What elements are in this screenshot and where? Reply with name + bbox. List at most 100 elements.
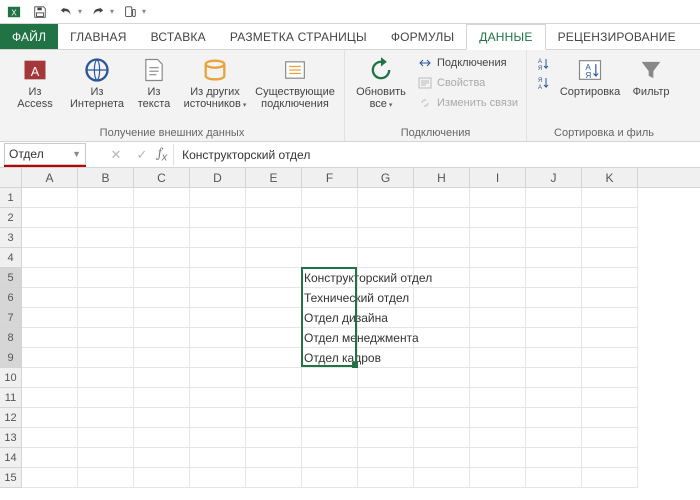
cell[interactable] (246, 208, 302, 228)
row-header[interactable]: 10 (0, 368, 22, 388)
cell[interactable] (302, 208, 358, 228)
cell[interactable] (526, 428, 582, 448)
cell[interactable] (190, 208, 246, 228)
cell[interactable] (190, 388, 246, 408)
cell[interactable] (302, 188, 358, 208)
cell[interactable] (526, 288, 582, 308)
cell[interactable] (78, 188, 134, 208)
cell[interactable] (246, 468, 302, 488)
undo-dropdown-icon[interactable]: ▾ (78, 7, 82, 16)
column-header[interactable]: D (190, 168, 246, 187)
row-header[interactable]: 1 (0, 188, 22, 208)
cell[interactable] (582, 428, 638, 448)
cell[interactable] (582, 368, 638, 388)
properties-button[interactable]: Свойства (415, 74, 520, 92)
cell[interactable] (526, 468, 582, 488)
cell[interactable] (78, 448, 134, 468)
cell[interactable] (246, 448, 302, 468)
tab-home[interactable]: ГЛАВНАЯ (58, 24, 138, 49)
cell[interactable] (302, 368, 358, 388)
row-header[interactable]: 13 (0, 428, 22, 448)
cell[interactable] (470, 308, 526, 328)
existing-connections-button[interactable]: Существующие подключения (252, 52, 338, 110)
cell[interactable] (246, 308, 302, 328)
cell[interactable] (246, 328, 302, 348)
cell[interactable] (78, 388, 134, 408)
select-all-corner[interactable] (0, 168, 22, 187)
cell[interactable] (358, 248, 414, 268)
cell[interactable] (22, 388, 78, 408)
cell[interactable]: Конструкторский отдел (302, 268, 358, 288)
row-header[interactable]: 14 (0, 448, 22, 468)
cell[interactable] (582, 348, 638, 368)
cell[interactable] (190, 468, 246, 488)
cell[interactable] (470, 408, 526, 428)
column-header[interactable]: B (78, 168, 134, 187)
cell[interactable] (582, 328, 638, 348)
cell[interactable] (414, 448, 470, 468)
cell[interactable] (22, 428, 78, 448)
cell[interactable] (470, 348, 526, 368)
from-text-button[interactable]: Из текста (130, 52, 178, 110)
row-header[interactable]: 3 (0, 228, 22, 248)
cell[interactable]: Отдел менеджмента (302, 328, 358, 348)
tab-data[interactable]: ДАННЫЕ (466, 24, 545, 50)
cell[interactable] (134, 188, 190, 208)
row-header[interactable]: 9 (0, 348, 22, 368)
row-header[interactable]: 7 (0, 308, 22, 328)
cell[interactable] (22, 208, 78, 228)
cell[interactable] (358, 228, 414, 248)
cell[interactable] (190, 188, 246, 208)
cell[interactable] (358, 368, 414, 388)
cell[interactable] (414, 328, 470, 348)
undo-icon[interactable] (56, 2, 76, 22)
cell[interactable] (526, 308, 582, 328)
cell[interactable] (134, 368, 190, 388)
cell[interactable] (134, 388, 190, 408)
from-other-sources-button[interactable]: Из других источников▾ (182, 52, 248, 110)
row-header[interactable]: 4 (0, 248, 22, 268)
cell[interactable] (134, 228, 190, 248)
from-access-button[interactable]: A Из Access (6, 52, 64, 110)
cell[interactable] (134, 408, 190, 428)
cell[interactable]: Отдел кадров (302, 348, 358, 368)
cell[interactable] (414, 248, 470, 268)
cell[interactable] (22, 248, 78, 268)
cell[interactable] (470, 388, 526, 408)
cell[interactable] (414, 208, 470, 228)
column-header[interactable]: I (470, 168, 526, 187)
row-header[interactable]: 6 (0, 288, 22, 308)
cell[interactable] (22, 328, 78, 348)
cell[interactable] (78, 288, 134, 308)
cell[interactable]: Технический отдел (302, 288, 358, 308)
cell[interactable] (302, 228, 358, 248)
cell[interactable] (526, 228, 582, 248)
cell[interactable] (526, 408, 582, 428)
cell[interactable] (470, 268, 526, 288)
cell[interactable] (22, 288, 78, 308)
cell[interactable] (414, 308, 470, 328)
cell[interactable] (526, 328, 582, 348)
cell[interactable] (526, 368, 582, 388)
sort-button[interactable]: AЯ Сортировка (557, 52, 623, 98)
cell[interactable] (358, 408, 414, 428)
connections-button[interactable]: Подключения (415, 54, 520, 72)
cell[interactable] (78, 248, 134, 268)
cell[interactable] (582, 208, 638, 228)
cell[interactable] (22, 348, 78, 368)
row-header[interactable]: 8 (0, 328, 22, 348)
column-header[interactable]: H (414, 168, 470, 187)
cell[interactable] (78, 228, 134, 248)
cell[interactable] (246, 348, 302, 368)
cell[interactable] (134, 348, 190, 368)
tab-insert[interactable]: ВСТАВКА (139, 24, 218, 49)
qat-customize-icon[interactable]: ▾ (142, 7, 146, 16)
cell[interactable] (526, 348, 582, 368)
cell[interactable] (470, 368, 526, 388)
cell[interactable] (302, 448, 358, 468)
column-header[interactable]: F (302, 168, 358, 187)
cell[interactable] (470, 228, 526, 248)
cell[interactable] (302, 388, 358, 408)
cell[interactable] (302, 428, 358, 448)
row-header[interactable]: 5 (0, 268, 22, 288)
